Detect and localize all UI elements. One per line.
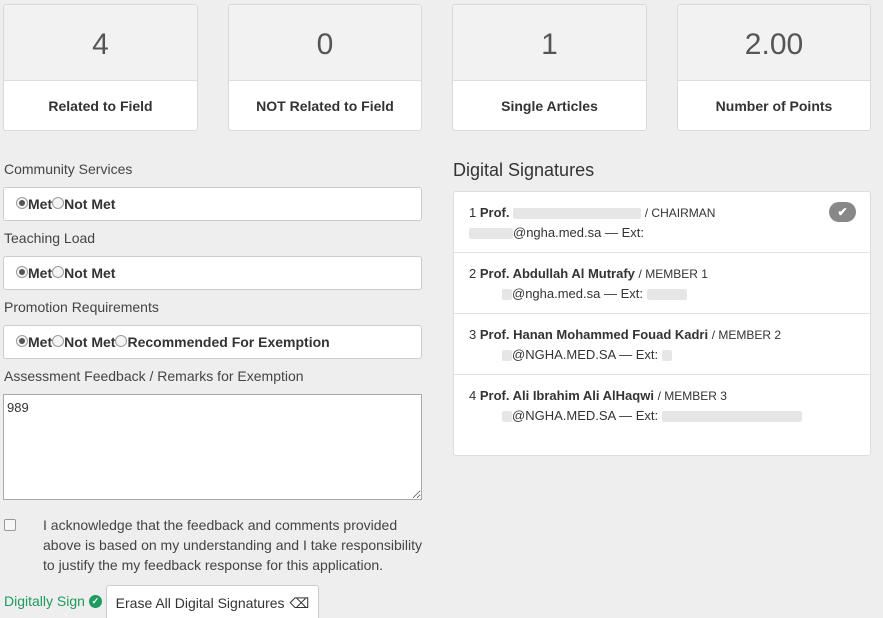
erase-signatures-button[interactable]: Erase All Digital Signatures ⌫ xyxy=(106,585,319,618)
option-label: Not Met xyxy=(64,196,116,212)
radio-button[interactable] xyxy=(16,196,28,209)
signer-email: @ngha.med.sa — Ext: xyxy=(512,286,643,301)
signer-name: Prof. Hanan Mohammed Fouad Kadri xyxy=(479,327,709,342)
signature-index: 2 xyxy=(469,266,477,281)
teaching-load-label: Teaching Load xyxy=(4,230,96,246)
signer-role: / MEMBER 3 xyxy=(657,389,727,403)
signature-item: 3 Prof. Hanan Mohammed Fouad Kadri / MEM… xyxy=(454,314,870,375)
feedback-label: Assessment Feedback / Remarks for Exempt… xyxy=(4,368,304,384)
signature-item: 2 Prof. Abdullah Al Mutrafy / MEMBER 1 @… xyxy=(454,253,870,314)
redacted-text xyxy=(661,350,672,362)
redacted-text xyxy=(513,208,642,220)
radio-button[interactable] xyxy=(52,196,65,209)
stat-card-single-articles: 1 Single Articles xyxy=(452,4,647,131)
redacted-text xyxy=(646,289,687,301)
promotion-not-met-option[interactable]: Not Met xyxy=(52,334,115,350)
teaching-not-met-option[interactable]: Not Met xyxy=(52,265,115,281)
redacted-text xyxy=(502,289,512,301)
signer-name: Prof. Ali Ibrahim Ali AlHaqwi xyxy=(479,388,654,403)
signer-name: Prof. xyxy=(479,205,510,220)
option-label: Recommended For Exemption xyxy=(127,334,330,350)
option-label: Met xyxy=(28,265,53,281)
eraser-icon: ⌫ xyxy=(289,594,310,611)
radio-button[interactable] xyxy=(52,334,65,347)
digital-signatures-heading: Digital Signatures xyxy=(453,160,595,180)
option-label: Met xyxy=(28,334,53,350)
feedback-textarea[interactable]: 989 xyxy=(3,394,422,500)
stat-card-related: 4 Related to Field xyxy=(3,4,198,131)
stat-label: Related to Field xyxy=(48,98,153,114)
signer-role: / CHAIRMAN xyxy=(644,206,716,220)
erase-button-label: Erase All Digital Signatures xyxy=(115,595,285,611)
radio-button[interactable] xyxy=(16,265,28,278)
teaching-load-radio-group: Met Not Met xyxy=(3,256,422,290)
digitally-sign-label: Digitally Sign xyxy=(4,593,85,609)
promotion-met-option[interactable]: Met xyxy=(16,334,52,350)
option-label: Met xyxy=(28,196,53,212)
check-circle-icon: ✓ xyxy=(88,594,102,608)
option-label: Not Met xyxy=(64,265,116,281)
signer-role: / MEMBER 2 xyxy=(711,328,782,342)
promotion-requirements-radio-group: Met Not Met Recommended For Exemption xyxy=(3,325,422,359)
signatures-list: 1 Prof. / CHAIRMAN @ngha.med.sa — Ext: ✔… xyxy=(453,191,871,456)
community-not-met-option[interactable]: Not Met xyxy=(52,196,115,212)
signature-index: 1 xyxy=(469,205,477,220)
stat-value: 4 xyxy=(4,5,197,81)
stat-label: NOT Related to Field xyxy=(256,98,394,114)
radio-button[interactable] xyxy=(115,334,128,347)
redacted-text xyxy=(469,228,513,240)
promotion-requirements-label: Promotion Requirements xyxy=(4,299,159,315)
radio-button[interactable] xyxy=(16,334,28,347)
digitally-sign-link[interactable]: Digitally Sign ✓ xyxy=(4,593,102,609)
acknowledge-text: I acknowledge that the feedback and comm… xyxy=(43,517,423,573)
signer-email: @NGHA.MED.SA — Ext: xyxy=(512,347,659,362)
teaching-met-option[interactable]: Met xyxy=(16,265,52,281)
stat-label: Single Articles xyxy=(501,98,598,114)
option-label: Not Met xyxy=(64,334,116,350)
redacted-text xyxy=(502,350,512,362)
stat-value: 0 xyxy=(229,5,421,81)
redacted-text xyxy=(661,411,802,423)
radio-button[interactable] xyxy=(52,265,65,278)
signature-item: 4 Prof. Ali Ibrahim Ali AlHaqwi / MEMBER… xyxy=(454,375,870,438)
community-services-radio-group: Met Not Met xyxy=(3,187,422,221)
stat-card-not-related: 0 NOT Related to Field xyxy=(228,4,422,131)
community-met-option[interactable]: Met xyxy=(16,196,52,212)
promotion-exemption-option[interactable]: Recommended For Exemption xyxy=(115,334,330,350)
stat-value: 1 xyxy=(453,5,646,81)
stat-card-points: 2.00 Number of Points xyxy=(677,4,871,131)
signer-name: Prof. Abdullah Al Mutrafy xyxy=(479,266,635,281)
signed-check-icon: ✔ xyxy=(829,202,856,222)
community-services-label: Community Services xyxy=(4,161,133,177)
signature-item: 1 Prof. / CHAIRMAN @ngha.med.sa — Ext: ✔ xyxy=(454,192,870,253)
acknowledge-checkbox[interactable] xyxy=(4,519,16,531)
signer-role: / MEMBER 1 xyxy=(638,267,708,281)
signer-email: @ngha.med.sa — Ext: xyxy=(513,225,644,240)
redacted-text xyxy=(502,411,512,423)
stat-value: 2.00 xyxy=(678,5,870,81)
signature-index: 4 xyxy=(469,388,477,403)
stat-label: Number of Points xyxy=(715,98,833,114)
signer-email: @NGHA.MED.SA — Ext: xyxy=(512,408,659,423)
signature-index: 3 xyxy=(469,327,477,342)
